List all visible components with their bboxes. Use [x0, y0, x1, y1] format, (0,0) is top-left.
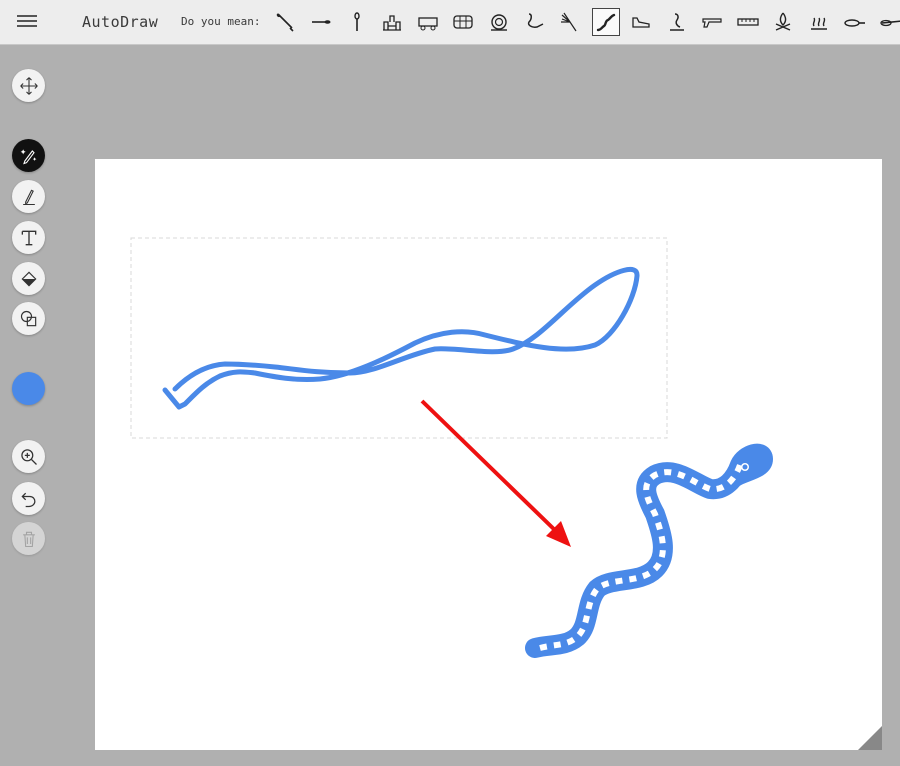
cobra-icon [670, 13, 684, 31]
pan-icon [880, 19, 900, 27]
suggestion-snail[interactable] [485, 8, 513, 36]
shapes-icon [20, 310, 36, 326]
draw-tool[interactable] [12, 180, 45, 213]
freehand-scribble[interactable] [162, 266, 640, 410]
bus-icon [453, 15, 473, 29]
magic-pencil-icon [20, 148, 36, 164]
delete-tool[interactable] [12, 522, 45, 555]
suggestion-bus[interactable] [449, 8, 477, 36]
spoon-vertical-icon [354, 12, 360, 31]
suggestion-wrench[interactable] [272, 8, 300, 36]
suggestion-spoon-vertical[interactable] [343, 8, 371, 36]
drawing-canvas[interactable] [95, 159, 882, 750]
move-icon [19, 76, 38, 95]
canvas-resize-handle[interactable] [858, 726, 882, 750]
suggestion-swan[interactable] [521, 8, 549, 36]
frying-pan-icon [844, 19, 865, 27]
suggestion-campfire[interactable] [769, 8, 797, 36]
castle-icon [383, 15, 401, 31]
canvas-drawing [130, 237, 773, 658]
trash-icon [22, 531, 35, 547]
gun-icon [702, 18, 722, 28]
shape-tool[interactable] [12, 302, 45, 335]
suggestion-cobra[interactable] [663, 8, 691, 36]
pencil-icon [22, 189, 35, 205]
snake-drawing[interactable] [525, 443, 773, 658]
ruler-icon [737, 18, 759, 26]
type-tool[interactable] [12, 221, 45, 254]
app-title: AutoDraw [82, 13, 159, 31]
suggestion-spoon[interactable] [307, 8, 335, 36]
swan-icon [527, 13, 544, 28]
move-tool[interactable] [12, 69, 45, 102]
suggestion-sprinkler[interactable] [556, 8, 584, 36]
top-bar: AutoDraw Do you mean: [0, 0, 900, 45]
campfire-icon [775, 12, 791, 31]
suggestion-snake[interactable] [592, 8, 620, 36]
suggestion-steam[interactable] [805, 8, 833, 36]
suggestion-frying-pan[interactable] [840, 8, 868, 36]
color-tool[interactable] [12, 372, 45, 405]
paint-bucket-icon [21, 271, 36, 286]
undo-icon [20, 492, 35, 507]
suggestion-train[interactable] [414, 8, 442, 36]
zoom-tool[interactable] [12, 440, 45, 473]
suggestion-label: Do you mean: [181, 15, 261, 28]
snail-icon [491, 14, 507, 31]
fill-tool[interactable] [12, 262, 45, 295]
undo-tool[interactable] [12, 482, 45, 515]
suggestion-castle[interactable] [378, 8, 406, 36]
suggestion-shoe[interactable] [627, 8, 655, 36]
autodraw-tool[interactable] [12, 139, 45, 172]
suggestion-pan[interactable] [876, 8, 900, 36]
spoon-icon [312, 20, 331, 24]
suggestion-gun[interactable] [698, 8, 726, 36]
sprinkler-icon [561, 12, 577, 32]
selection-box [130, 237, 668, 439]
train-icon [418, 17, 438, 31]
shoe-icon [632, 17, 650, 28]
menu-icon[interactable] [17, 12, 37, 30]
steam-icon [811, 17, 827, 30]
wrench-icon [276, 13, 294, 32]
arrow-line [420, 399, 563, 538]
suggestion-ruler[interactable] [734, 8, 762, 36]
zoom-in-icon [20, 448, 37, 465]
snake-icon [596, 13, 616, 32]
text-icon [21, 230, 36, 245]
